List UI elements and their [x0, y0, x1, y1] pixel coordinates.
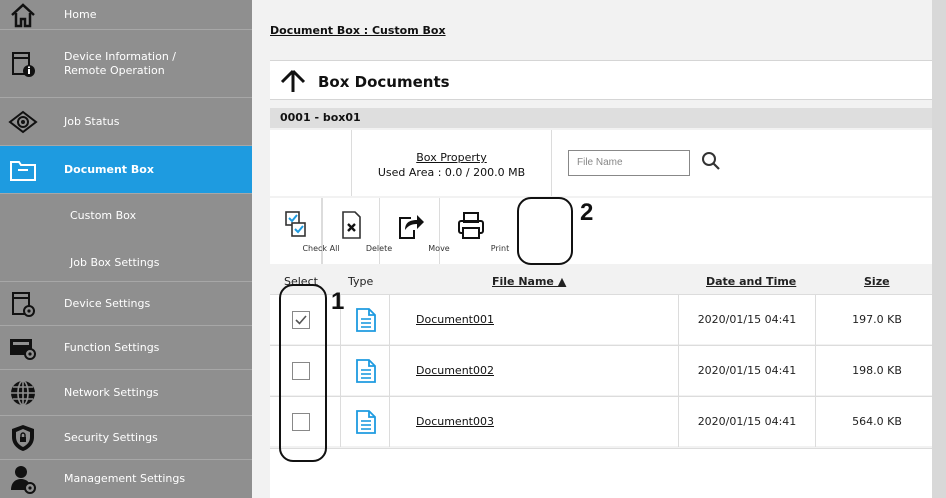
check-all-button[interactable]: Check All — [270, 198, 340, 264]
globe-icon — [8, 378, 38, 408]
check-all-icon — [285, 211, 306, 237]
sidebar-item-label: Security Settings — [64, 430, 158, 444]
sidebar-item-label: Function Settings — [64, 340, 160, 354]
type-cell — [340, 346, 390, 396]
callout-number-2: 2 — [580, 199, 594, 226]
file-name-link[interactable]: Document003 — [416, 415, 494, 428]
sidebar-item-network-settings[interactable]: Network Settings — [0, 370, 252, 416]
sidebar-item-label: Management Settings — [64, 472, 186, 485]
print-button[interactable]: Print — [440, 198, 509, 264]
shield-icon — [8, 423, 38, 453]
sidebar-item-management-settings[interactable]: Management Settings — [0, 460, 252, 498]
scrollbar[interactable] — [932, 0, 946, 498]
delete-icon — [342, 211, 361, 239]
sidebar-subitem-custom-box[interactable]: Custom Box — [0, 194, 252, 238]
sidebar-item-label: Document Box — [64, 162, 154, 176]
eye-icon — [8, 107, 38, 137]
column-header-size[interactable]: Size — [864, 275, 890, 288]
sidebar-item-device-information[interactable]: Device Information / Remote Operation — [0, 30, 252, 98]
device-settings-icon — [8, 289, 38, 319]
sidebar-item-job-status[interactable]: Job Status — [0, 98, 252, 146]
delete-button[interactable]: Delete — [322, 198, 392, 264]
sidebar-item-document-box[interactable]: Document Box — [0, 146, 252, 194]
date-cell: 2020/01/15 04:41 — [678, 346, 816, 396]
callout-checkbox-highlight — [279, 284, 327, 462]
file-name-link[interactable]: Document002 — [416, 364, 494, 377]
action-toolbar: Check All Delete Move Print — [270, 198, 932, 264]
printer-icon — [458, 212, 484, 239]
device-info-icon — [8, 49, 38, 79]
sidebar-item-label: Home — [64, 7, 97, 21]
date-cell: 2020/01/15 04:41 — [678, 397, 816, 447]
box-property-row: Box Property Used Area : 0.0 / 200.0 MB … — [270, 130, 932, 196]
table-row: Document003 2020/01/15 04:41 564.0 KB — [270, 396, 932, 447]
column-header-file-name[interactable]: File Name ▲ — [492, 275, 566, 288]
folder-icon — [8, 155, 38, 185]
sidebar-item-function-settings[interactable]: Function Settings — [0, 326, 252, 370]
sidebar-item-security-settings[interactable]: Security Settings — [0, 416, 252, 460]
callout-number-1: 1 — [331, 288, 345, 315]
size-cell: 564.0 KB — [852, 415, 902, 428]
sidebar-item-label: Network Settings — [64, 385, 159, 399]
box-property-link[interactable]: Box Property — [352, 150, 551, 165]
table-row: Document001 2020/01/15 04:41 197.0 KB — [270, 294, 932, 345]
type-cell — [340, 295, 390, 345]
sidebar-subitem-job-box-settings[interactable]: Job Box Settings — [0, 238, 252, 282]
search-icon[interactable] — [700, 150, 726, 176]
sidebar-item-label: Device Information / Remote Operation — [64, 49, 176, 77]
document-icon — [356, 359, 376, 383]
size-cell: 198.0 KB — [852, 364, 902, 377]
empty-cell — [270, 130, 352, 196]
used-area-text: Used Area : 0.0 / 200.0 MB — [377, 166, 526, 179]
up-arrow-icon[interactable] — [280, 69, 306, 97]
type-cell — [340, 397, 390, 447]
user-gear-icon — [8, 464, 38, 494]
table-empty-area — [270, 448, 932, 498]
sidebar-item-label: Job Status — [64, 114, 120, 128]
callout-print-highlight — [517, 197, 573, 265]
move-icon — [399, 215, 424, 239]
box-id-label: 0001 - box01 — [270, 108, 932, 128]
sidebar: Home Device Information / Remote Operatio… — [0, 0, 252, 498]
table-row: Document002 2020/01/15 04:41 198.0 KB — [270, 345, 932, 396]
move-button[interactable]: Move — [380, 198, 450, 264]
sidebar-item-home[interactable]: Home — [0, 0, 252, 30]
box-property-cell: Box Property Used Area : 0.0 / 200.0 MB — [352, 130, 552, 196]
size-cell: 197.0 KB — [852, 313, 902, 326]
function-settings-icon — [8, 333, 38, 363]
table-header: Select Type File Name ▲ Date and Time Si… — [270, 272, 932, 292]
sidebar-item-label: Custom Box — [70, 209, 137, 222]
document-icon — [356, 308, 376, 332]
home-icon — [8, 0, 38, 30]
sidebar-item-label: Device Settings — [64, 296, 151, 310]
column-header-type: Type — [348, 275, 374, 288]
sidebar-item-label: Job Box Settings — [70, 256, 160, 269]
document-icon — [356, 410, 376, 434]
main-content: Document Box : Custom Box Box Documents … — [252, 0, 932, 498]
date-cell: 2020/01/15 04:41 — [678, 295, 816, 345]
breadcrumb[interactable]: Document Box : Custom Box — [270, 24, 446, 37]
page-header: Box Documents — [270, 60, 932, 100]
file-name-link[interactable]: Document001 — [416, 313, 494, 326]
sidebar-item-device-settings[interactable]: Device Settings — [0, 282, 252, 326]
column-header-date-time[interactable]: Date and Time — [706, 275, 796, 288]
page-title: Box Documents — [318, 73, 450, 91]
search-input[interactable]: File Name — [568, 150, 690, 176]
